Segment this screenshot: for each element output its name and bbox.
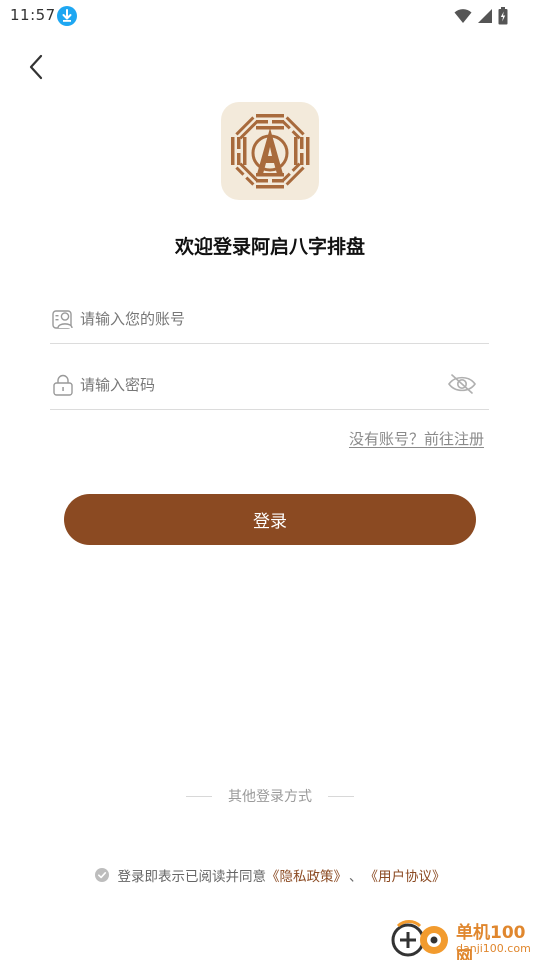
wifi-icon bbox=[454, 9, 472, 23]
divider-left bbox=[186, 795, 212, 797]
login-button[interactable]: 登录 bbox=[64, 494, 476, 545]
back-button[interactable] bbox=[22, 50, 52, 84]
account-input[interactable] bbox=[80, 304, 430, 334]
welcome-title: 欢迎登录阿启八字排盘 bbox=[174, 236, 365, 258]
check-icon bbox=[97, 872, 106, 879]
agreement-checkbox[interactable] bbox=[94, 868, 109, 882]
status-bar: 11:57 bbox=[0, 0, 540, 32]
bagua-logo-icon bbox=[231, 114, 310, 189]
status-icons bbox=[454, 6, 508, 26]
other-login-label: 其他登录方式 bbox=[228, 789, 312, 805]
agreement-text: 登录即表示已阅读并同意 bbox=[117, 869, 267, 885]
other-login-section: 其他登录方式 bbox=[0, 785, 540, 807]
chevron-left-icon bbox=[29, 54, 43, 80]
password-input[interactable] bbox=[80, 370, 430, 400]
lock-icon bbox=[53, 374, 73, 396]
eye-off-icon bbox=[448, 374, 476, 394]
user-icon bbox=[52, 310, 73, 329]
status-time: 11:57 bbox=[10, 6, 56, 24]
agreement-separator: 、 bbox=[349, 869, 363, 885]
account-field bbox=[50, 294, 489, 344]
register-link[interactable]: 没有账号？前往注册 bbox=[349, 428, 484, 449]
password-field bbox=[50, 360, 489, 410]
watermark: 单机100网 danji100.com bbox=[390, 916, 540, 960]
battery-charging-icon bbox=[498, 7, 508, 25]
agreement-row: 登录即表示已阅读并同意 《隐私政策》 、 《用户协议》 bbox=[0, 864, 540, 886]
divider-right bbox=[328, 795, 354, 797]
watermark-url: danji100.com bbox=[456, 942, 531, 955]
user-agreement-link[interactable]: 《用户协议》 bbox=[365, 865, 446, 885]
password-visibility-toggle[interactable] bbox=[447, 372, 477, 396]
watermark-logo-icon bbox=[391, 920, 448, 957]
privacy-policy-link[interactable]: 《隐私政策》 bbox=[266, 865, 347, 885]
signal-icon bbox=[478, 9, 492, 23]
app-logo bbox=[221, 102, 319, 200]
download-icon bbox=[57, 6, 77, 26]
